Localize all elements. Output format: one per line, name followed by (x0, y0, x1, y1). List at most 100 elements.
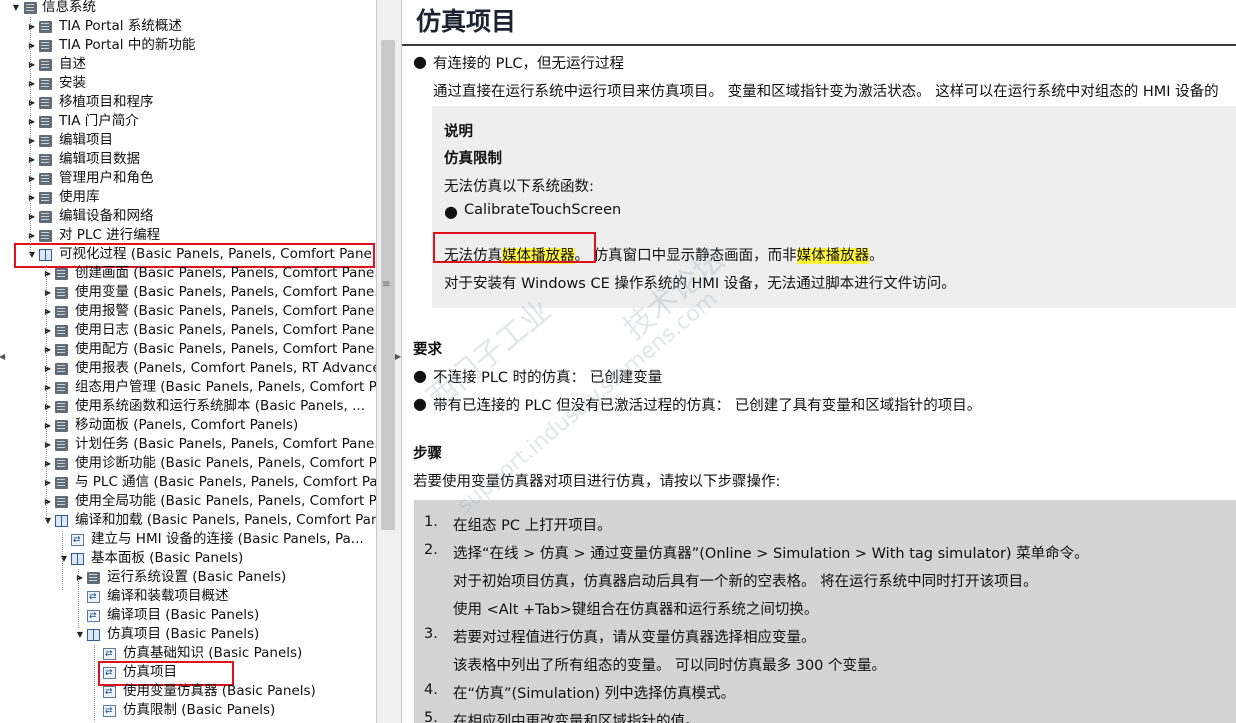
expand-arrow-down-icon[interactable]: ▼ (75, 625, 85, 644)
tree-item[interactable]: ▼ 编译和加载 (Basic Panels, Panels, Comfort Pa… (0, 511, 376, 530)
expand-arrow-down-icon[interactable]: ▼ (59, 549, 69, 568)
tree-item-label: 使用诊断功能 (Basic Panels, Panels, Comfort P.… (75, 455, 376, 471)
tree-item[interactable]: ▶ TIA Portal 中的新功能 (0, 36, 376, 55)
tree-item[interactable]: ▶ 对 PLC 进行编程 (0, 226, 376, 245)
tree-item[interactable]: ▶ 管理用户和角色 (0, 169, 376, 188)
expand-arrow-right-icon[interactable]: ▶ (43, 473, 53, 492)
expand-arrow-right-icon[interactable]: ▶ (43, 435, 53, 454)
tree-item[interactable]: ▶ 组态用户管理 (Basic Panels, Panels, Comfort P… (0, 378, 376, 397)
expand-arrow-right-icon[interactable]: ▶ (43, 340, 53, 359)
tree-item[interactable]: ▶ 使用全局功能 (Basic Panels, Panels, Comfort P… (0, 492, 376, 511)
tree-item[interactable]: ▶ 使用报表 (Panels, Comfort Panels, RT Advanc… (0, 359, 376, 378)
tree-item[interactable]: ▶ 与 PLC 通信 (Basic Panels, Panels, Comfort… (0, 473, 376, 492)
tree-item[interactable]: ▶ 计划任务 (Basic Panels, Panels, Comfort Pan… (0, 435, 376, 454)
expand-arrow-right-icon[interactable]: ▶ (27, 112, 37, 131)
tree-item-label: 编译和加载 (Basic Panels, Panels, Comfort Pan… (75, 512, 376, 528)
expand-arrow-right-icon[interactable]: ▶ (43, 454, 53, 473)
expand-arrow-right-icon[interactable]: ▶ (43, 397, 53, 416)
expand-arrow-right-icon[interactable]: ▶ (43, 321, 53, 340)
book-icon (39, 59, 52, 71)
expand-arrow-right-icon[interactable]: ▶ (27, 17, 37, 36)
step-number: 2. (424, 542, 438, 558)
expand-arrow-right-icon[interactable]: ▶ (43, 378, 53, 397)
tree-item[interactable]: ▶ 编辑设备和网络 (0, 207, 376, 226)
book-icon (39, 154, 52, 166)
expand-arrow-right-icon[interactable]: ▶ (27, 74, 37, 93)
tree-item[interactable]: ▼ 仿真项目 (Basic Panels) (0, 625, 376, 644)
requirements-heading: 要求 (413, 342, 442, 358)
tree-item-label: 编译项目 (Basic Panels) (107, 607, 260, 623)
expand-arrow-right-icon[interactable]: ▶ (43, 359, 53, 378)
expand-arrow-right-icon[interactable]: ▶ (27, 207, 37, 226)
open-book-icon (71, 553, 84, 565)
collapse-right-icon[interactable]: ▶ (395, 352, 401, 361)
tree-item[interactable]: ▶ 创建画面 (Basic Panels, Panels, Comfort Pan… (0, 264, 376, 283)
pane-splitter[interactable]: ≡ (376, 0, 402, 723)
tree-item[interactable]: ▶ 编辑项目 (0, 131, 376, 150)
expand-arrow-right-icon[interactable]: ▶ (27, 36, 37, 55)
expand-arrow-right-icon[interactable]: ▶ (43, 416, 53, 435)
tree-item[interactable]: ▶ 使用库 (0, 188, 376, 207)
expand-arrow-right-icon[interactable]: ▶ (43, 492, 53, 511)
expand-arrow-right-icon[interactable]: ▶ (27, 188, 37, 207)
tree-item[interactable]: ▶ 使用配方 (Basic Panels, Panels, Comfort Pan… (0, 340, 376, 359)
tree-item[interactable]: 编译和装载项目概述 (0, 587, 376, 607)
bullet-icon: ● (413, 52, 427, 71)
tree-item[interactable]: ▼ 基本面板 (Basic Panels) (0, 549, 376, 568)
tree-item[interactable]: 仿真限制 (Basic Panels) (0, 701, 376, 721)
expand-arrow-right-icon[interactable]: ▶ (27, 131, 37, 150)
tree-item[interactable]: 仿真基础知识 (Basic Panels) (0, 644, 376, 664)
expand-arrow-right-icon[interactable]: ▶ (27, 150, 37, 169)
tree-item[interactable]: ▼ 信息系统 (0, 0, 376, 17)
tree-item[interactable]: ▼ 可视化过程 (Basic Panels, Panels, Comfort Pa… (0, 245, 376, 264)
book-icon (55, 325, 68, 337)
tree-item[interactable]: ▶ 使用报警 (Basic Panels, Panels, Comfort Pan… (0, 302, 376, 321)
highlight-media-player: 媒体播放器 (502, 248, 575, 264)
expand-arrow-right-icon[interactable]: ▶ (43, 264, 53, 283)
expand-arrow-right-icon[interactable]: ▶ (27, 93, 37, 112)
tree-item[interactable]: ▶ 使用变量 (Basic Panels, Panels, Comfort Pan… (0, 283, 376, 302)
tree-item[interactable]: ▶ TIA Portal 系统概述 (0, 17, 376, 36)
tree-item[interactable]: ▶ 运行系统设置 (Basic Panels) (0, 568, 376, 587)
tree-item-label: 使用报警 (Basic Panels, Panels, Comfort Pane… (75, 303, 376, 319)
splitter-grip-icon[interactable]: ≡ (382, 280, 390, 290)
expand-arrow-down-icon[interactable]: ▼ (27, 245, 37, 264)
book-icon (39, 40, 52, 52)
tree-item[interactable]: ▶ 移植项目和程序 (0, 93, 376, 112)
tree-item[interactable]: 仿真项目 (0, 663, 376, 683)
requirement-item: 不连接 PLC 时的仿真： 已创建变量 (433, 370, 663, 386)
expand-arrow-down-icon[interactable]: ▼ (11, 0, 21, 17)
collapse-left-icon[interactable]: ◀ (0, 352, 5, 361)
expand-arrow-right-icon[interactable]: ▶ (75, 568, 85, 587)
tree-item[interactable]: 建立与 HMI 设备的连接 (Basic Panels, Pa... (0, 530, 376, 550)
book-icon (55, 420, 68, 432)
tree-item[interactable]: 使用变量仿真器 (Basic Panels) (0, 682, 376, 702)
expand-arrow-right-icon[interactable]: ▶ (27, 226, 37, 245)
tree-item[interactable]: ▶ 安装 (0, 74, 376, 93)
book-icon (39, 78, 52, 90)
tree-item-label: 基本面板 (Basic Panels) (91, 550, 244, 566)
tree-item[interactable]: ▶ 移动面板 (Panels, Comfort Panels) (0, 416, 376, 435)
expand-arrow-right-icon[interactable]: ▶ (27, 169, 37, 188)
note-media-player-line: 无法仿真媒体播放器。 仿真窗口中显示静态画面，而非媒体播放器。 (444, 248, 884, 264)
expand-arrow-down-icon[interactable]: ▼ (43, 511, 53, 530)
expand-arrow-right-icon[interactable]: ▶ (27, 55, 37, 74)
tree-item-label: 仿真限制 (Basic Panels) (123, 702, 276, 718)
tree-item[interactable]: ▶ 编辑项目数据 (0, 150, 376, 169)
expand-arrow-right-icon[interactable]: ▶ (43, 283, 53, 302)
tree-item-label: 编辑项目数据 (59, 151, 140, 167)
book-icon (24, 2, 37, 14)
tree-item[interactable]: ▶ 使用系统函数和运行系统脚本 (Basic Panels, ... (0, 397, 376, 416)
open-book-icon (39, 249, 52, 261)
tree-item[interactable]: ▶ TIA 门户简介 (0, 112, 376, 131)
tree-item[interactable]: 编译项目 (Basic Panels) (0, 606, 376, 626)
tree-item[interactable]: ▶ 使用日志 (Basic Panels, Panels, Comfort Pan… (0, 321, 376, 340)
tree-item[interactable]: ▶ 使用诊断功能 (Basic Panels, Panels, Comfort P… (0, 454, 376, 473)
page-icon (71, 531, 84, 550)
steps-box: 1. 在组态 PC 上打开项目。 2. 选择“在线 > 仿真 > 通过变量仿真器… (414, 500, 1236, 723)
tree-item-label: 建立与 HMI 设备的连接 (Basic Panels, Pa... (91, 531, 364, 547)
tree-item[interactable]: ▶ 自述 (0, 55, 376, 74)
expand-arrow-right-icon[interactable]: ▶ (43, 302, 53, 321)
tree-item-label: 计划任务 (Basic Panels, Panels, Comfort Pane… (75, 436, 376, 452)
paragraph-intro: 通过直接在运行系统中运行项目来仿真项目。 变量和区域指针变为激活状态。 这样可以… (433, 84, 1219, 100)
